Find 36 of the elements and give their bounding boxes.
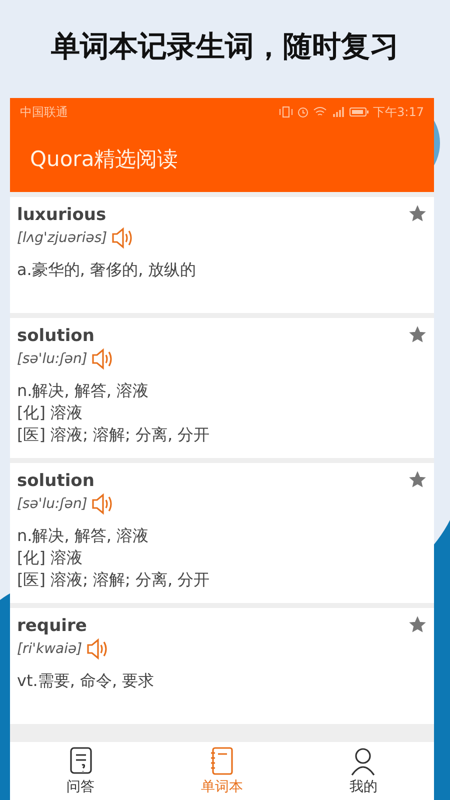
word-card[interactable]: require [ri'kwaiə] vt.需要, 命令, 要求	[10, 608, 434, 724]
app-title: Quora精选阅读	[30, 146, 178, 173]
word: luxurious	[17, 204, 106, 227]
definition: [化] 溶液	[17, 547, 84, 569]
star-icon[interactable]	[409, 205, 426, 222]
definition: [医] 溶液; 溶解; 分离, 分开	[17, 569, 211, 591]
phonetic: [lʌg'zjuəriəs]	[17, 230, 108, 246]
word: solution	[17, 470, 94, 493]
phonetic: [ri'kwaiə]	[17, 641, 82, 657]
battery-icon	[349, 106, 370, 118]
word: solution	[17, 325, 94, 348]
definition: [化] 溶液	[17, 402, 84, 424]
definition: n.解决, 解答, 溶液	[17, 380, 150, 402]
word-card[interactable]: solution [sə'lu:ʃən] n.解决, 解答, 溶液 [化] 溶液 [医] 溶液; 溶解; 分离, 分开	[10, 463, 434, 603]
phonetic: [sə'lu:ʃən]	[17, 496, 88, 512]
signal-icon	[331, 106, 346, 118]
word-card[interactable]: solution [sə'lu:ʃən] n.解决, 解答, 溶液 [化] 溶液 [医] 溶液; 溶解; 分离, 分开	[10, 318, 434, 458]
carrier-name: 中国联通	[20, 104, 69, 120]
phonetic: [sə'lu:ʃən]	[17, 351, 88, 367]
wifi-icon	[313, 106, 328, 118]
person-icon	[349, 746, 378, 776]
definition: a.豪华的, 奢侈的, 放纵的	[17, 259, 198, 281]
word: require	[17, 615, 87, 638]
star-icon[interactable]	[409, 616, 426, 633]
star-icon[interactable]	[409, 326, 426, 343]
nav-tab[interactable]: 问答	[10, 742, 152, 800]
definition: [医] 溶液; 溶解; 分离, 分开	[17, 424, 211, 446]
clock-time: 下午3:17	[373, 104, 424, 120]
star-icon[interactable]	[409, 471, 426, 488]
word-card[interactable]: luxurious [lʌg'zjuəriəs] a.豪华的, 奢侈的, 放纵的	[10, 197, 434, 313]
vibrate-icon	[279, 106, 294, 118]
headline: 单词本记录生词，随时复习	[50, 28, 400, 65]
definition: n.解决, 解答, 溶液	[17, 525, 150, 547]
nav-tab[interactable]: 我的	[292, 742, 434, 800]
alarm-icon	[297, 106, 310, 118]
definition: vt.需要, 命令, 要求	[17, 670, 156, 692]
